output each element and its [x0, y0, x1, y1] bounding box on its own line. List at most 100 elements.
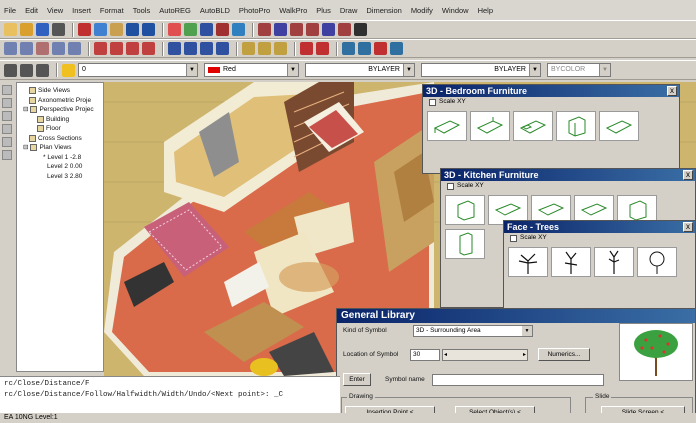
command-line[interactable]: rc/Close/Distance/F rc/Close/Distance/Fo…	[0, 376, 340, 413]
layer-tool-icon[interactable]	[184, 23, 197, 36]
chevron-down-icon[interactable]: ▼	[186, 64, 197, 76]
bed-symbol[interactable]	[427, 111, 467, 141]
column-icon[interactable]	[168, 42, 181, 55]
tree-symbol[interactable]	[637, 247, 677, 277]
library-icon[interactable]	[242, 42, 255, 55]
undo-icon[interactable]	[126, 23, 139, 36]
menu-item-file[interactable]: File	[4, 6, 16, 15]
camera-icon[interactable]	[390, 42, 403, 55]
location-input[interactable]: 30	[410, 349, 440, 361]
scale-xy-checkbox[interactable]: Scale XY	[504, 233, 695, 243]
cabinet-symbol[interactable]	[445, 195, 485, 225]
tool-icon[interactable]	[2, 137, 12, 147]
chevron-down-icon[interactable]: ▼	[599, 64, 610, 76]
menu-item-view[interactable]: View	[47, 6, 63, 15]
menu-item-edit[interactable]: Edit	[25, 6, 38, 15]
lineweight-select[interactable]: BYLAYER ▼	[421, 63, 541, 77]
numerics-button[interactable]: Numerics...	[538, 348, 590, 361]
window-icon[interactable]	[110, 42, 123, 55]
paste-icon[interactable]	[110, 23, 123, 36]
chevron-right-icon[interactable]: ▸	[523, 350, 526, 360]
wardrobe-symbol[interactable]	[556, 111, 596, 141]
down-arrow-icon[interactable]	[316, 42, 329, 55]
arc-icon[interactable]	[290, 23, 303, 36]
chevron-down-icon[interactable]: ▼	[522, 326, 532, 336]
stair-icon[interactable]	[184, 42, 197, 55]
print-icon[interactable]	[52, 23, 65, 36]
tree-item-building[interactable]: Building	[19, 115, 101, 125]
symbol-name-input[interactable]	[432, 374, 604, 386]
tree-item-level-2[interactable]: Level 2 0.00	[19, 162, 101, 172]
mirror-icon[interactable]	[36, 42, 49, 55]
chevron-down-icon[interactable]: ▼	[529, 64, 540, 76]
zoom-icon[interactable]	[200, 23, 213, 36]
menu-item-format[interactable]: Format	[100, 6, 124, 15]
tree-item-floor[interactable]: Floor	[19, 124, 101, 134]
scale-xy-checkbox[interactable]: Scale XY	[441, 181, 695, 191]
close-icon[interactable]: x	[667, 86, 677, 96]
circle-icon[interactable]	[306, 23, 319, 36]
menu-item-photopro[interactable]: PhotoPro	[239, 6, 270, 15]
layer-manager-icon[interactable]	[4, 63, 17, 77]
tool-icon[interactable]	[2, 150, 12, 160]
save-icon[interactable]	[36, 23, 49, 36]
tree-item-side-views[interactable]: Side Views	[19, 86, 101, 96]
checkbox-box[interactable]	[510, 234, 517, 242]
cut-icon[interactable]	[78, 23, 91, 36]
tree-item-cross-sections[interactable]: Cross Sections	[19, 134, 101, 144]
tool-icon[interactable]	[2, 98, 12, 108]
linetype-select[interactable]: BYLAYER ▼	[305, 63, 415, 77]
tool-icon[interactable]	[2, 111, 12, 121]
bed-symbol[interactable]	[599, 111, 639, 141]
menu-item-insert[interactable]: Insert	[72, 6, 91, 15]
section-icon[interactable]	[342, 42, 355, 55]
menu-item-draw[interactable]: Draw	[340, 6, 358, 15]
layer-select[interactable]: 0 ▼	[78, 63, 198, 77]
tree-symbol[interactable]	[508, 247, 548, 277]
move-icon[interactable]	[4, 42, 17, 55]
line-icon[interactable]	[258, 23, 271, 36]
polyline-icon[interactable]	[274, 23, 287, 36]
enter-button[interactable]: Enter	[343, 373, 371, 386]
menu-item-dimension[interactable]: Dimension	[366, 6, 401, 15]
expand-icon[interactable]: ⊟	[23, 105, 28, 115]
up-arrow-icon[interactable]	[300, 42, 313, 55]
tree-item-level-3[interactable]: Level 3 2.80	[19, 172, 101, 182]
properties-icon[interactable]	[232, 23, 245, 36]
tree-item-level-1[interactable]: * Level 1 -2.8	[19, 153, 101, 163]
pan-icon[interactable]	[216, 23, 229, 36]
menu-item-modify[interactable]: Modify	[411, 6, 433, 15]
roof-icon[interactable]	[142, 42, 155, 55]
tree-item-perspective[interactable]: ⊟ Perspective Projec	[19, 105, 101, 115]
draw-tool-icon[interactable]	[168, 23, 181, 36]
bed-symbol[interactable]	[470, 111, 510, 141]
menu-item-help[interactable]: Help	[478, 6, 493, 15]
menu-item-plus[interactable]: Plus	[316, 6, 331, 15]
close-icon[interactable]: x	[683, 222, 693, 232]
menu-item-autoreg[interactable]: AutoREG	[159, 6, 191, 15]
fridge-symbol[interactable]	[445, 229, 485, 259]
wall-icon[interactable]	[94, 42, 107, 55]
expand-icon[interactable]: ⊟	[23, 143, 28, 153]
symbol-icon[interactable]	[258, 42, 271, 55]
menu-item-walkpro[interactable]: WalkPro	[279, 6, 307, 15]
beam-icon[interactable]	[216, 42, 229, 55]
new-icon[interactable]	[4, 23, 17, 36]
layer-previous-icon[interactable]	[20, 63, 33, 77]
menu-item-tools[interactable]: Tools	[133, 6, 151, 15]
door-icon[interactable]	[126, 42, 139, 55]
close-icon[interactable]: x	[683, 170, 693, 180]
elevation-icon[interactable]	[358, 42, 371, 55]
color-select[interactable]: Red ▼	[204, 63, 299, 77]
scale-xy-checkbox[interactable]: Scale XY	[423, 97, 679, 107]
spline-icon[interactable]	[338, 23, 351, 36]
pen-icon[interactable]	[374, 42, 387, 55]
chevron-left-icon[interactable]: ◂	[444, 350, 447, 360]
chevron-down-icon[interactable]: ▼	[287, 64, 298, 76]
tree-item-plan-views[interactable]: ⊟ Plan Views	[19, 143, 101, 153]
tool-icon[interactable]	[2, 85, 12, 95]
slab-icon[interactable]	[200, 42, 213, 55]
location-slider[interactable]: ◂ ▸	[442, 349, 528, 361]
tree-item-axonometric[interactable]: Axonometric Proje	[19, 96, 101, 106]
tool-icon[interactable]	[2, 124, 12, 134]
